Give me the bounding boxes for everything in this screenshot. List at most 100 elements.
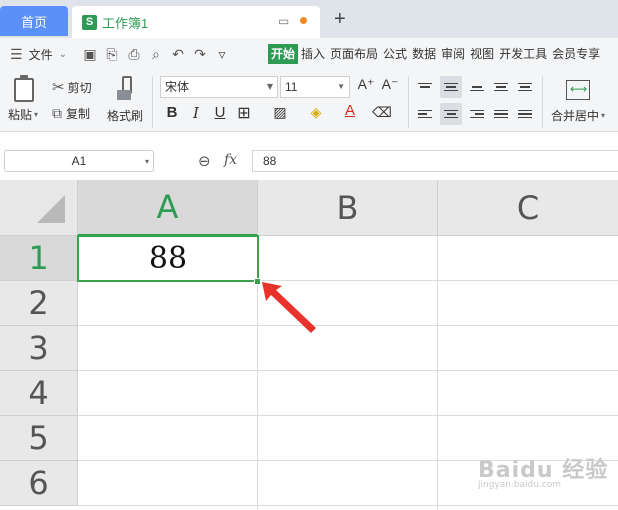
align-middle-icon[interactable] (440, 76, 462, 98)
unsaved-dot-icon (300, 17, 307, 24)
row-gridline (78, 325, 618, 326)
font-name-select[interactable]: 宋体 ▼ (160, 76, 278, 98)
monitor-icon[interactable]: ▭ (278, 14, 289, 28)
decrease-font-icon[interactable]: A⁻ (380, 76, 400, 93)
row-gridline (78, 505, 618, 506)
bold-button[interactable]: B (162, 104, 182, 121)
copy-label: 复制 (66, 107, 91, 121)
format-painter-label: 格式刷 (107, 109, 144, 123)
row-header-6[interactable]: 6 (0, 461, 78, 506)
cell-a1[interactable]: 88 (77, 235, 259, 282)
formula-input-value: 88 (263, 154, 277, 168)
ribbon-tab-insert[interactable]: 插入 (299, 44, 327, 64)
cell-style-icon[interactable]: ▨ (270, 104, 290, 121)
select-all-corner[interactable] (0, 180, 78, 236)
justify-icon[interactable] (490, 103, 512, 125)
scissors-icon: ✂ (52, 79, 65, 96)
formula-input[interactable]: 88 (252, 150, 618, 172)
column-header-b[interactable]: B (258, 180, 438, 236)
ribbon-tab-review[interactable]: 审阅 (439, 44, 467, 64)
column-header-c[interactable]: C (438, 180, 618, 236)
align-bottom-icon[interactable] (466, 76, 488, 98)
row-header-2[interactable]: 2 (0, 281, 78, 326)
group-divider (542, 76, 543, 128)
name-box[interactable]: A1 ▾ (4, 150, 154, 172)
spreadsheet-icon: S (82, 14, 97, 30)
chevron-down-icon: ▼ (337, 82, 345, 91)
group-divider (152, 76, 153, 128)
row-gridline (78, 370, 618, 371)
ribbon-tab-view[interactable]: 视图 (468, 44, 496, 64)
chevron-down-icon: ⌄ (58, 48, 67, 60)
column-header-a[interactable]: A (78, 180, 258, 236)
font-color-icon[interactable]: A (340, 102, 360, 119)
group-divider (408, 76, 409, 128)
cut-button[interactable]: ✂ 剪切 (52, 78, 92, 96)
tab-workbook[interactable]: S 工作簿1 ▭ (72, 6, 320, 38)
new-tab-button[interactable]: + (334, 7, 346, 31)
file-menu-button[interactable]: ☰ 文件 ⌄ (0, 46, 67, 63)
italic-button[interactable]: I (186, 104, 206, 122)
copy-icon: ⧉ (52, 105, 62, 121)
fill-color-icon[interactable]: ◈ (306, 104, 326, 121)
print-preview-icon[interactable]: ⌕ (145, 46, 167, 63)
indent-decrease-icon[interactable] (490, 76, 512, 98)
ribbon-tab-home[interactable]: 开始 (268, 44, 299, 64)
tab-home-label: 首页 (20, 14, 47, 30)
font-size-value: 11 (285, 80, 298, 94)
file-menu-label: 文件 (28, 47, 53, 62)
border-icon[interactable]: ⊞ (234, 103, 254, 123)
ribbon-tab-member[interactable]: 会员专享 (550, 44, 602, 64)
cut-label: 剪切 (67, 80, 92, 95)
align-left-icon[interactable] (414, 103, 436, 125)
title-tab-bar: 首页 S 工作簿1 ▭ + (0, 0, 618, 38)
export-icon[interactable]: ⎘ (101, 46, 123, 63)
align-right-icon[interactable] (466, 103, 488, 125)
indent-increase-icon[interactable] (514, 76, 536, 98)
baidu-watermark: Baidu 经验 jingyan.baidu.com (478, 452, 608, 490)
row-gridline (78, 415, 618, 416)
chevron-down-icon: ▾ (144, 157, 149, 166)
customize-dropdown-icon[interactable]: ▿ (211, 46, 233, 63)
merge-center-label: 合并居中 (551, 109, 600, 123)
formula-bar: A1 ▾ ⊖ fx 88 (0, 144, 618, 178)
print-icon[interactable]: ⎙ (123, 46, 145, 63)
tab-workbook-label: 工作簿1 (102, 15, 149, 31)
align-center-icon[interactable] (440, 103, 462, 125)
hamburger-icon: ☰ (10, 45, 23, 62)
name-box-value: A1 (71, 154, 87, 168)
increase-font-icon[interactable]: A⁺ (356, 76, 376, 93)
row-header-3[interactable]: 3 (0, 326, 78, 371)
merge-cells-icon (566, 80, 590, 100)
copy-button[interactable]: ⧉ 复制 (52, 105, 90, 122)
distributed-align-icon[interactable] (514, 103, 536, 125)
undo-icon[interactable]: ↶ (167, 46, 189, 63)
chevron-down-icon: ▼ (266, 82, 273, 91)
ribbon-tab-data[interactable]: 数据 (410, 44, 438, 64)
save-icon[interactable]: ▣ (79, 46, 101, 63)
font-size-select[interactable]: 11 ▼ (280, 76, 350, 98)
paste-icon (14, 75, 34, 102)
format-brush-icon (116, 76, 134, 102)
align-top-icon[interactable] (414, 76, 436, 98)
row-header-4[interactable]: 4 (0, 371, 78, 416)
row-header-5[interactable]: 5 (0, 416, 78, 461)
ribbon-tab-page-layout[interactable]: 页面布局 (328, 44, 380, 64)
ribbon-tab-formulas[interactable]: 公式 (381, 44, 409, 64)
ribbon-tab-developer[interactable]: 开发工具 (497, 44, 549, 64)
ribbon-tabs: 开始 插入 页面布局 公式 数据 审阅 视图 开发工具 会员专享 (268, 44, 602, 64)
eraser-icon[interactable]: ⌫ (372, 104, 392, 121)
function-fx-icon[interactable]: fx (224, 152, 237, 168)
paste-label: 粘贴 (8, 108, 33, 122)
zoom-icon[interactable]: ⊖ (198, 152, 211, 170)
menu-bar: ☰ 文件 ⌄ ▣ ⎘ ⎙ ⌕ ↶ ↷ ▿ 开始 插入 页面布局 公式 数据 审阅… (0, 38, 618, 70)
home-toolbar: 粘贴 ▾ ✂ 剪切 ⧉ 复制 格式刷 宋体 ▼ 11 ▼ A⁺ A⁻ B I U … (0, 70, 618, 132)
underline-button[interactable]: U (210, 104, 230, 121)
column-gridline (437, 236, 438, 510)
redo-icon[interactable]: ↷ (189, 46, 211, 63)
row-header-1[interactable]: 1 (0, 236, 78, 281)
annotation-arrow (262, 282, 316, 333)
quick-access-toolbar: ▣ ⎘ ⎙ ⌕ ↶ ↷ ▿ (79, 46, 233, 63)
tab-home[interactable]: 首页 (0, 6, 68, 36)
font-name-value: 宋体 (165, 80, 190, 94)
